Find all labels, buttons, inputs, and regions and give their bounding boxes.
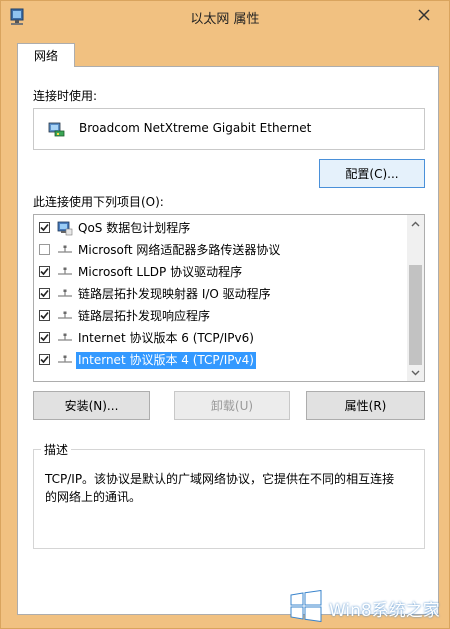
description-group: 描述 TCP/IP。该协议是默认的广域网络协议，它提供在不同的相互连接的网络上的… (33, 441, 425, 549)
scroll-up-button[interactable] (407, 215, 424, 232)
item-checkbox[interactable] (39, 266, 50, 277)
item-label: QoS 数据包计划程序 (78, 221, 191, 235)
chevron-up-icon (411, 221, 420, 226)
list-item[interactable]: 链路层拓扑发现映射器 I/O 驱动程序 (34, 283, 408, 305)
items-list-label: 此连接使用下列项目(O): (33, 195, 164, 209)
protocol-icon (57, 286, 73, 302)
description-text: TCP/IP。该协议是默认的广域网络协议，它提供在不同的相互连接的网络上的通讯。 (45, 472, 395, 504)
install-button[interactable]: 安装(N)... (33, 391, 150, 420)
tab-panel: 连接时使用: Broadcom NetXtreme Gigabit Ethern… (17, 66, 439, 615)
checkmark-icon (40, 223, 49, 232)
chevron-down-icon (411, 370, 420, 375)
protocol-icon (57, 352, 73, 368)
items-list: QoS 数据包计划程序 Microsoft 网络适配器多路传送器协议 Micro… (34, 215, 408, 381)
watermark-text: Win8系统之家 (329, 601, 440, 621)
scrollbar-thumb[interactable] (409, 265, 422, 365)
close-button[interactable] (407, 3, 441, 27)
scroll-down-button[interactable] (407, 364, 424, 381)
close-icon (418, 9, 430, 21)
item-label: Microsoft LLDP 协议驱动程序 (78, 265, 243, 279)
checkmark-icon (40, 289, 49, 298)
adapter-name: Broadcom NetXtreme Gigabit Ethernet (79, 121, 312, 135)
network-adapter-icon (48, 120, 66, 138)
windows-logo-icon (289, 589, 323, 623)
qos-icon (57, 220, 73, 236)
dialog-client: 网络 连接时使用: Broadcom NetXtreme Gigabit Eth… (9, 43, 441, 615)
description-title: 描述 (41, 441, 72, 458)
properties-button[interactable]: 属性(R) (306, 391, 425, 420)
checkmark-icon (40, 355, 49, 364)
list-item[interactable]: Internet 协议版本 6 (TCP/IPv6) (34, 327, 408, 349)
item-label: 链路层拓扑发现映射器 I/O 驱动程序 (78, 287, 271, 301)
protocol-icon (57, 330, 73, 346)
uninstall-button[interactable]: 卸载(U) (174, 391, 290, 420)
list-item-selected[interactable]: Internet 协议版本 4 (TCP/IPv4) (34, 349, 408, 371)
adapter-box: Broadcom NetXtreme Gigabit Ethernet (33, 108, 425, 150)
item-label: Microsoft 网络适配器多路传送器协议 (78, 243, 281, 257)
list-scrollbar[interactable] (407, 215, 424, 381)
item-checkbox[interactable] (39, 222, 50, 233)
item-checkbox[interactable] (39, 288, 50, 299)
item-label: Internet 协议版本 6 (TCP/IPv6) (78, 331, 254, 345)
protocol-icon (57, 264, 73, 280)
configure-button[interactable]: 配置(C)... (319, 159, 425, 188)
protocol-icon (57, 242, 73, 258)
tab-network[interactable]: 网络 (17, 43, 75, 67)
item-checkbox[interactable] (39, 244, 50, 255)
connect-using-label: 连接时使用: (33, 89, 98, 103)
checkmark-icon (40, 333, 49, 342)
watermark: Win8系统之家 (289, 586, 450, 626)
item-checkbox[interactable] (39, 310, 50, 321)
item-label: 链路层拓扑发现响应程序 (78, 309, 211, 323)
title-bar[interactable]: 以太网 属性 (1, 1, 449, 35)
items-listbox[interactable]: QoS 数据包计划程序 Microsoft 网络适配器多路传送器协议 Micro… (33, 214, 425, 382)
list-item[interactable]: 链路层拓扑发现响应程序 (34, 305, 408, 327)
item-label: Internet 协议版本 4 (TCP/IPv4) (76, 352, 256, 369)
properties-window: 以太网 属性 网络 连接时使用: Broadcom NetXtreme Giga… (0, 0, 450, 629)
protocol-icon (57, 308, 73, 324)
list-item[interactable]: Microsoft LLDP 协议驱动程序 (34, 261, 408, 283)
checkmark-icon (40, 311, 49, 320)
checkmark-icon (40, 267, 49, 276)
tab-network-label: 网络 (33, 49, 58, 63)
list-item[interactable]: Microsoft 网络适配器多路传送器协议 (34, 239, 408, 261)
list-item[interactable]: QoS 数据包计划程序 (34, 217, 408, 239)
item-checkbox[interactable] (39, 332, 50, 343)
item-checkbox[interactable] (39, 354, 50, 365)
window-title: 以太网 属性 (190, 12, 260, 27)
